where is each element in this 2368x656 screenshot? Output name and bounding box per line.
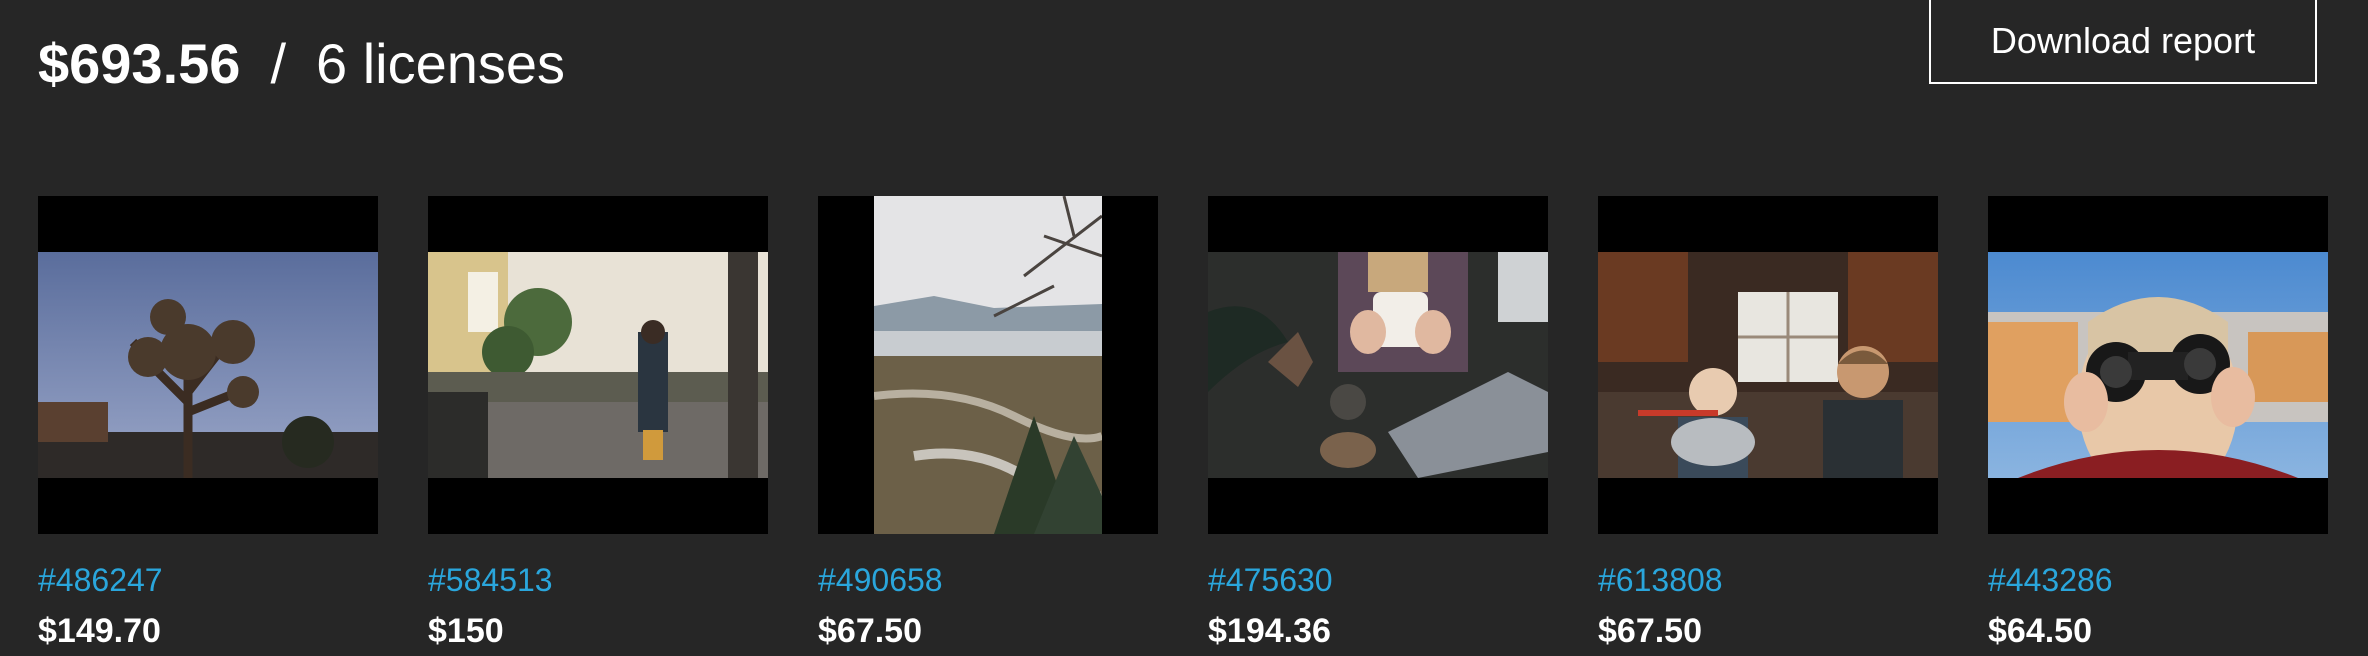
license-thumbnail[interactable]: [1208, 196, 1548, 534]
licenses-page: $693.56 / 6 licenses Download report #4862…: [0, 0, 2368, 656]
license-id-link[interactable]: #584513: [428, 560, 768, 600]
license-card: #490658 $67.50: [818, 196, 1158, 652]
license-card: #486247 $149.70: [38, 196, 378, 652]
license-id-link[interactable]: #613808: [1598, 560, 1938, 600]
license-price: $194.36: [1208, 612, 1331, 650]
license-card: #475630 $194.36: [1208, 196, 1548, 652]
summary-separator: /: [270, 32, 286, 95]
license-price: $67.50: [1598, 612, 1702, 650]
download-report-button[interactable]: Download report: [1929, 0, 2317, 84]
license-thumbnail[interactable]: [428, 196, 768, 534]
license-grid: #486247 $149.70 #584513 $150 #490658 $67…: [38, 196, 2328, 652]
license-price: $64.50: [1988, 612, 2092, 650]
license-price: $149.70: [38, 612, 161, 650]
license-count: 6 licenses: [316, 32, 566, 95]
joshua-tree-photo: [38, 252, 378, 478]
license-thumbnail[interactable]: [1988, 196, 2328, 534]
license-id-link[interactable]: #475630: [1208, 560, 1548, 600]
license-thumbnail[interactable]: [818, 196, 1158, 534]
valley-view-photo: [874, 196, 1102, 534]
license-price: $150: [428, 612, 504, 650]
license-price: $67.50: [818, 612, 922, 650]
license-thumbnail[interactable]: [38, 196, 378, 534]
binoculars-child-photo: [1988, 252, 2328, 478]
total-amount: $693.56: [38, 32, 241, 95]
license-thumbnail[interactable]: [1598, 196, 1938, 534]
license-id-link[interactable]: #443286: [1988, 560, 2328, 600]
license-id-link[interactable]: #486247: [38, 560, 378, 600]
license-card: #584513 $150: [428, 196, 768, 652]
kitchen-kids-photo: [1598, 252, 1938, 478]
license-id-link[interactable]: #490658: [818, 560, 1158, 600]
porch-person-photo: [428, 252, 768, 478]
licenses-summary: $693.56 / 6 licenses: [38, 30, 565, 98]
mug-hands-photo: [1208, 252, 1548, 478]
license-card: #443286 $64.50: [1988, 196, 2328, 652]
license-card: #613808 $67.50: [1598, 196, 1938, 652]
